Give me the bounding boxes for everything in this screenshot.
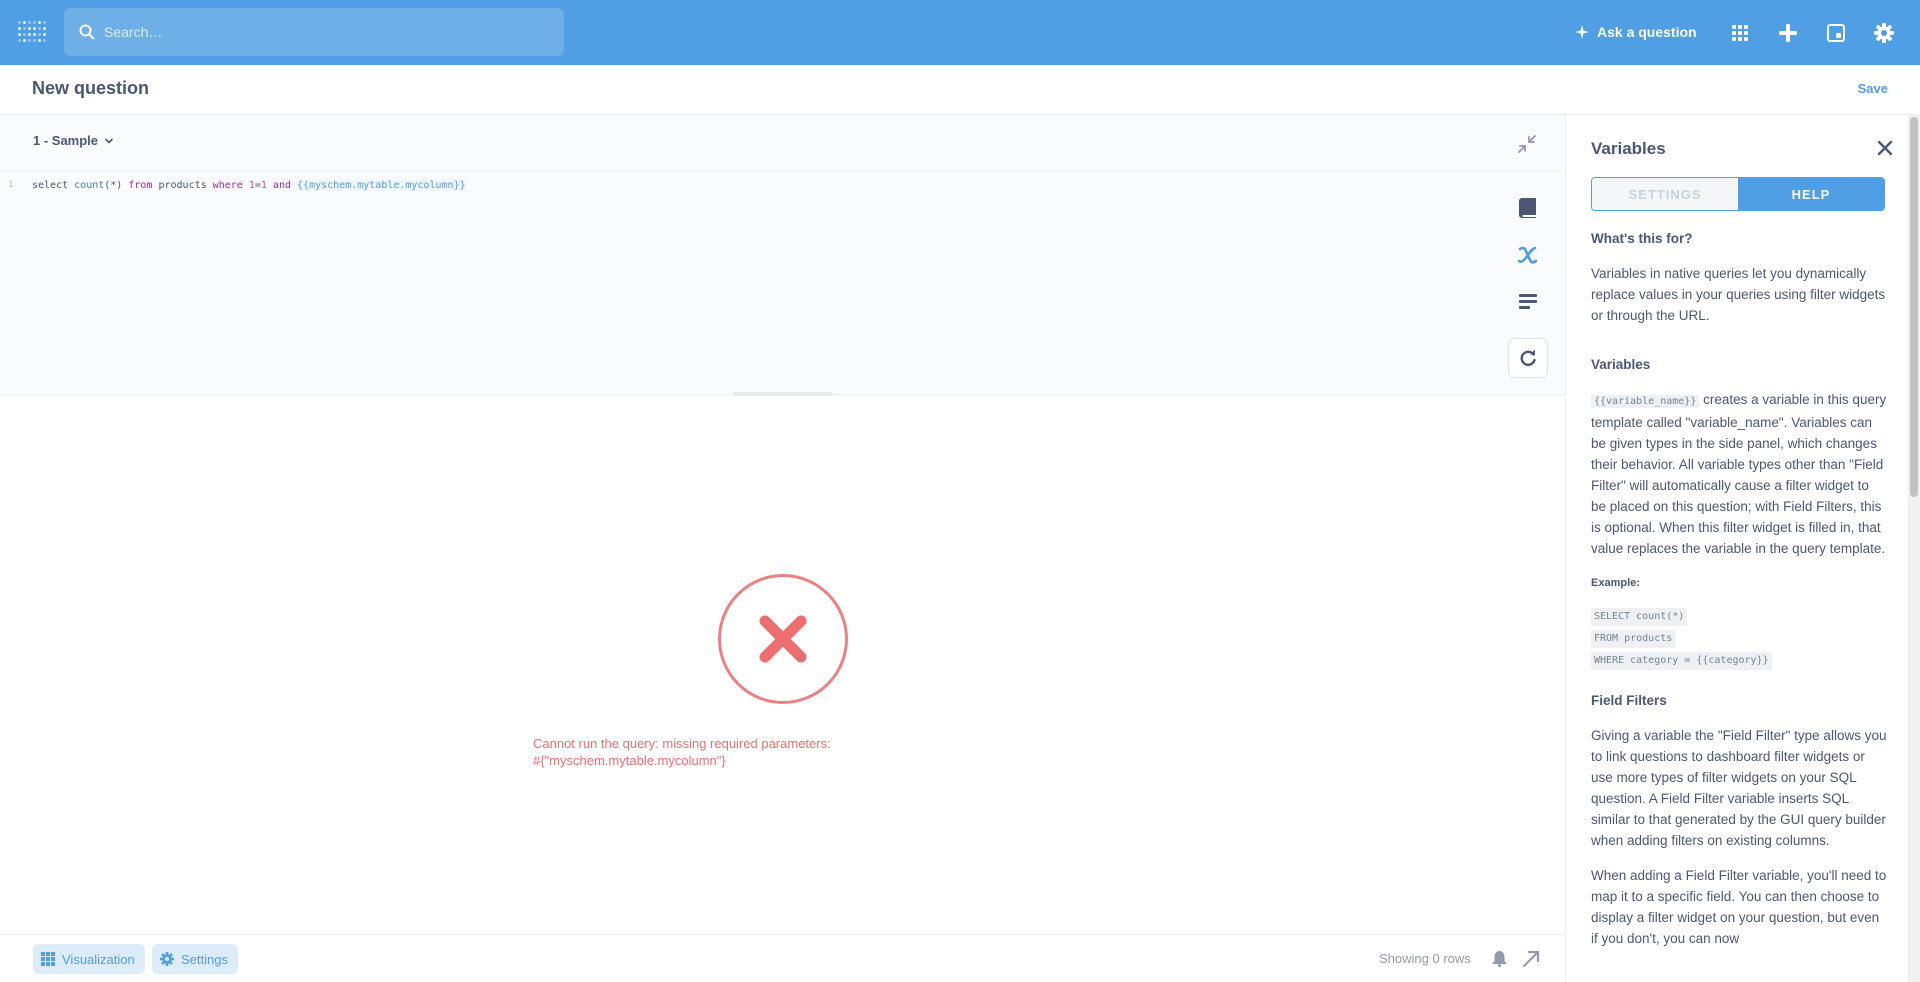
close-icon[interactable] (1876, 139, 1894, 157)
ask-question-label: Ask a question (1597, 24, 1697, 40)
page-title[interactable]: New question (32, 78, 149, 99)
help-paragraph-field-filters-2: When adding a Field Filter variable, you… (1591, 868, 1887, 946)
view-footer: Visualization Settings Showing 0 rows (0, 934, 1565, 982)
template-variable: {{myschem.mytable.mycolumn}} (297, 179, 466, 191)
help-heading-field-filters: Field Filters (1591, 693, 1667, 708)
error-message-line-2: #{"myschem.mytable.mycolumn"} (533, 753, 726, 768)
error-message-line-1: Cannot run the query: missing required p… (533, 736, 831, 751)
example-code: SELECT count(*) FROM products WHERE cate… (1591, 604, 1887, 670)
visualization-button[interactable]: Visualization (33, 944, 145, 974)
editor-toolbar (1510, 190, 1546, 331)
question-header: New question Save (0, 65, 1920, 115)
close-error-icon (759, 615, 807, 663)
settings-footer-button[interactable]: Settings (152, 944, 238, 974)
search-bar[interactable] (64, 8, 564, 56)
native-query-editor: 1 - Sample 1 select count(*) from produc… (0, 115, 1565, 397)
example-label: Example: (1591, 577, 1640, 589)
code-line: FROM products (1591, 630, 1676, 648)
help-content: What's this for? Variables in native que… (1591, 228, 1887, 963)
query-result-area: Cannot run the query: missing required p… (0, 396, 1565, 934)
visualization-label: Visualization (62, 951, 135, 967)
error-message: Cannot run the query: missing required p… (533, 735, 933, 769)
metabase-logo-icon[interactable] (18, 21, 46, 45)
arrow-up-right-icon (1522, 950, 1540, 968)
plus-icon (1779, 24, 1797, 42)
settings-label: Settings (181, 951, 228, 967)
save-button[interactable]: Save (1858, 81, 1888, 96)
snippets-button[interactable] (1823, 20, 1849, 46)
variables-button[interactable] (1510, 237, 1546, 273)
alert-button[interactable] (1489, 949, 1509, 969)
help-paragraph-whats-this: Variables in native queries let you dyna… (1591, 266, 1886, 323)
snippet-icon (1827, 24, 1845, 42)
browse-grid-button[interactable] (1727, 20, 1753, 46)
data-reference-button[interactable] (1510, 190, 1546, 226)
book-icon (1519, 198, 1536, 218)
sparkle-icon (1575, 25, 1589, 39)
help-heading-variables: Variables (1591, 357, 1651, 372)
sidebar-scrollbar[interactable] (1908, 115, 1920, 982)
new-button[interactable] (1775, 20, 1801, 46)
settings-button[interactable] (1871, 20, 1897, 46)
code-line[interactable]: 1 select count(*) from products where 1=… (0, 177, 466, 193)
top-nav: Ask a question (0, 0, 1920, 65)
sql-query-text[interactable]: select count(*) from products where 1=1 … (32, 179, 466, 191)
collapse-editor-icon[interactable] (1516, 133, 1538, 155)
search-icon (79, 24, 95, 40)
search-input[interactable] (104, 8, 544, 56)
sidebar-title: Variables (1591, 139, 1666, 158)
snippets-tool-button[interactable] (1510, 284, 1546, 320)
grid-icon (41, 952, 55, 966)
ask-question-button[interactable]: Ask a question (1575, 18, 1697, 46)
data-source-bar: 1 - Sample (0, 115, 1565, 171)
gear-icon (160, 952, 174, 966)
help-heading-whats-this: What's this for? (1591, 231, 1693, 246)
database-picker[interactable]: 1 - Sample (33, 133, 114, 148)
run-query-button[interactable] (1508, 338, 1548, 378)
error-circle (718, 574, 848, 704)
inline-code: {{variable_name}} (1591, 395, 1700, 408)
tab-help[interactable]: HELP (1738, 178, 1884, 210)
code-line: WHERE category = {{category}} (1591, 652, 1772, 670)
sidebar-tabs: SETTINGS HELP (1591, 177, 1885, 211)
bell-icon (1491, 951, 1507, 967)
help-paragraph-field-filters-1: Giving a variable the "Field Filter" typ… (1591, 728, 1887, 848)
chevron-down-icon (105, 138, 113, 144)
help-paragraph-variables: {{variable_name}} creates a variable in … (1591, 392, 1887, 556)
gear-icon (1874, 23, 1894, 43)
database-name: 1 - Sample (33, 133, 99, 148)
tab-settings[interactable]: SETTINGS (1592, 178, 1738, 210)
variables-sidebar: Variables SETTINGS HELP What's this for?… (1565, 115, 1908, 982)
snippet-lines-icon (1519, 294, 1537, 309)
variable-x-icon (1517, 246, 1538, 264)
scrollbar-thumb[interactable] (1910, 117, 1918, 497)
line-number: 1 (8, 180, 14, 190)
refresh-icon (1520, 349, 1536, 366)
row-count: Showing 0 rows (1379, 951, 1471, 966)
share-button[interactable] (1521, 949, 1541, 969)
code-line: SELECT count(*) (1591, 608, 1688, 626)
grid-icon (1732, 25, 1748, 41)
